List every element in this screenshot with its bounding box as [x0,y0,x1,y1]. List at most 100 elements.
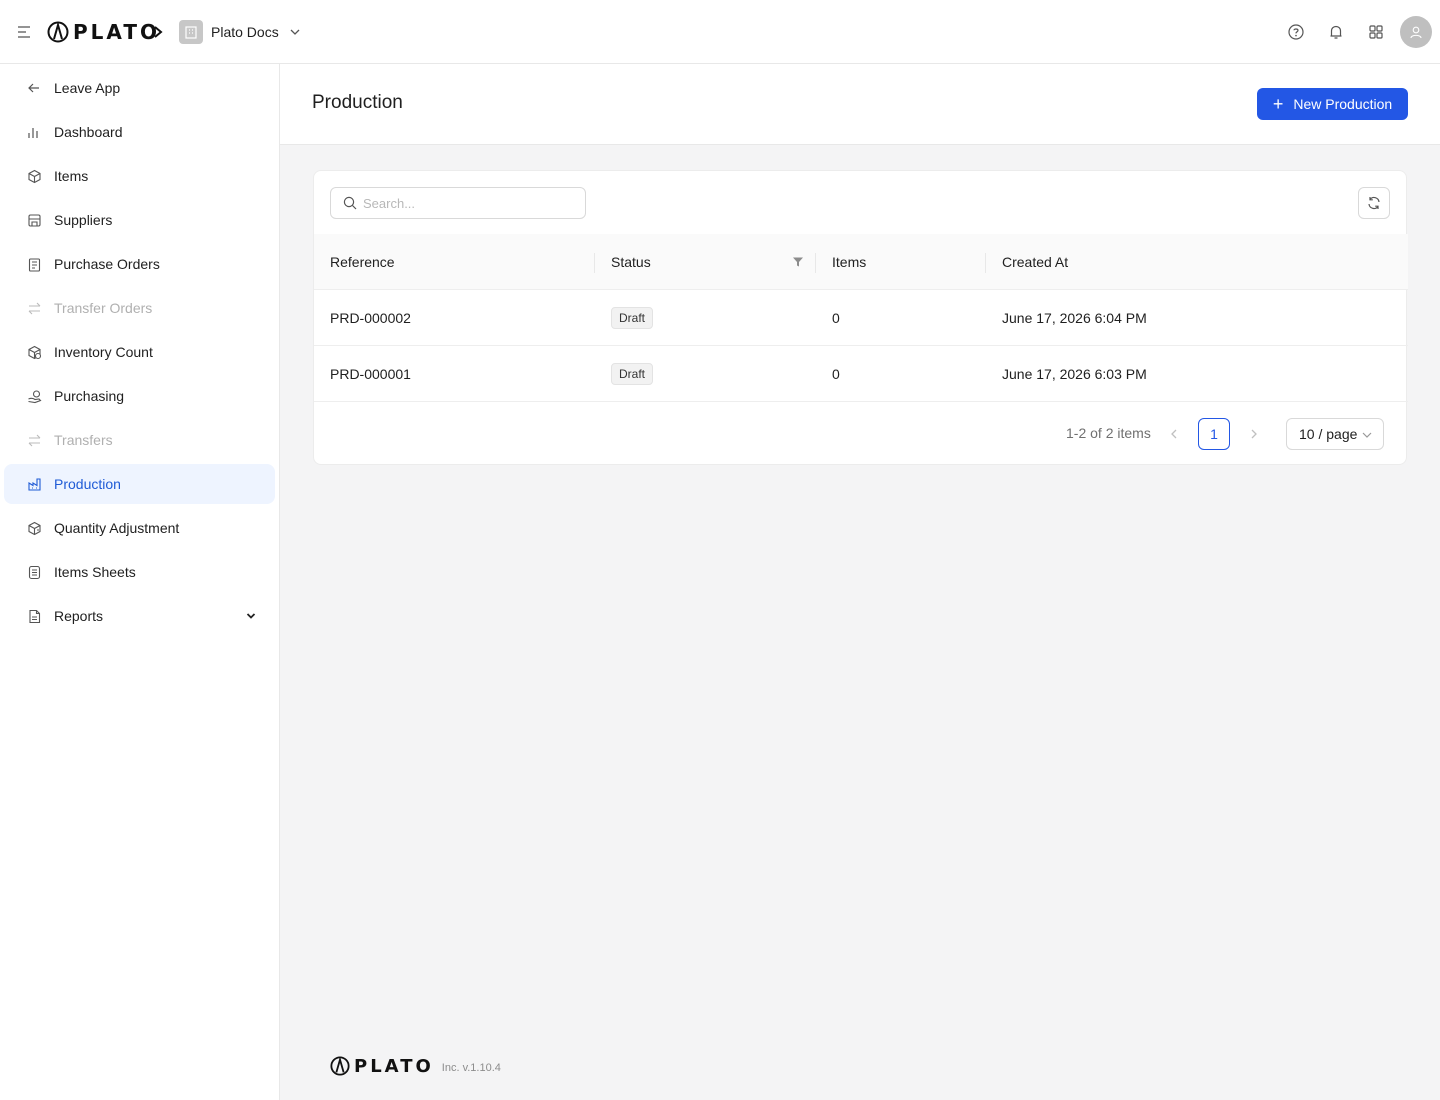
sidebar-item-label: Leave App [54,80,121,96]
cell-created-at: June 17, 2026 6:03 PM [1002,365,1147,382]
production-table-card: Reference Status Items Created At PRD-00 [313,170,1408,465]
plato-logo-mark-icon [47,21,69,43]
sidebar: Leave App Dashboard Items Suppliers Purc… [0,64,280,1100]
top-bar: PLATO Plato Docs [0,0,1440,64]
apps-grid-icon[interactable] [1360,16,1392,48]
sidebar-item-purchase-orders[interactable]: Purchase Orders [4,244,275,284]
page-size-select[interactable]: 10 / page [1286,418,1384,450]
column-header-created-at[interactable]: Created At [986,234,1408,290]
sidebar-item-inventory-count[interactable]: Inventory Count [4,332,275,372]
sidebar-item-items-sheets[interactable]: Items Sheets [4,552,275,592]
chevron-right-icon[interactable] [1246,426,1262,442]
table-header: Reference Status Items Created At [314,234,1408,290]
pagination-total: 1-2 of 2 items [1066,425,1151,441]
sidebar-item-label: Dashboard [54,124,123,140]
cell-status: Draft [595,346,816,401]
status-badge: Draft [611,362,654,385]
new-production-label: New Production [1293,96,1393,112]
pagination: 1-2 of 2 items 1 10 / page [314,418,1408,450]
user-icon [1410,26,1422,39]
page-size-value: 10 / page [1299,426,1358,442]
search-field[interactable] [330,187,586,219]
cell-items: 0 [832,309,840,326]
breadcrumb-chevron-icon [151,24,165,40]
sidebar-item-label: Purchasing [54,388,125,404]
sidebar-item-leave-app[interactable]: Leave App [4,68,275,108]
chevron-down-icon [1362,432,1372,438]
chevron-down-icon[interactable] [245,610,257,622]
sidebar-item-label: Suppliers [54,212,113,228]
table-row[interactable]: PRD-000002 Draft 0 June 17, 2026 6:04 PM [314,290,1408,346]
version-text: Inc. v.1.10.4 [441,1062,501,1074]
transfer-icon [26,300,42,316]
page-header: Production + New Production [280,64,1440,145]
plus-icon: + [1272,94,1284,114]
workspace-name: Plato Docs [211,24,279,40]
sidebar-item-dashboard[interactable]: Dashboard [4,112,275,152]
sidebar-item-label: Production [54,476,121,492]
clipboard-icon [26,256,42,272]
sidebar-item-reports[interactable]: Reports [4,596,275,636]
sidebar-item-production[interactable]: Production [4,464,275,504]
sidebar-item-label: Transfer Orders [54,300,153,316]
workspace-selector[interactable]: Plato Docs [179,19,301,45]
column-label: Reference [330,254,395,270]
bell-icon[interactable] [1320,16,1352,48]
user-avatar[interactable] [1400,16,1432,48]
sheet-icon [26,564,42,580]
sidebar-item-label: Transfers [54,432,113,448]
column-label: Status [611,254,651,270]
plato-logo-mark-icon [330,1056,350,1076]
column-label: Created At [1002,254,1069,270]
sidebar-item-label: Inventory Count [54,344,153,360]
sidebar-item-suppliers[interactable]: Suppliers [4,200,275,240]
cell-items: 0 [832,365,840,382]
boxes-icon [26,344,42,360]
sidebar-item-transfers[interactable]: Transfers [4,420,275,460]
cell-reference: PRD-000001 [330,365,411,382]
box-adjust-icon [26,520,42,536]
refresh-button[interactable] [1358,187,1390,219]
arrow-left-icon [26,80,42,96]
pagination-page-1[interactable]: 1 [1198,418,1230,450]
sidebar-item-items[interactable]: Items [4,156,275,196]
chevron-down-icon [290,29,300,35]
building-icon [179,20,203,44]
transfer-icon [26,432,42,448]
sidebar-item-label: Purchase Orders [54,256,160,272]
production-table: Reference Status Items Created At PRD-00 [314,234,1408,402]
hand-coin-icon [26,388,42,404]
column-header-reference[interactable]: Reference [314,234,595,290]
sidebar-item-label: Items [54,168,89,184]
filter-icon[interactable] [792,256,804,268]
plato-logo[interactable]: PLATO [47,20,160,44]
cell-reference: PRD-000002 [330,309,411,326]
sidebar-item-purchasing[interactable]: Purchasing [4,376,275,416]
cell-created-at: June 17, 2026 6:04 PM [1002,309,1147,326]
sidebar-item-label: Quantity Adjustment [54,520,180,536]
column-label: Items [832,254,867,270]
refresh-icon [1368,196,1380,210]
search-input[interactable] [363,195,573,211]
new-production-button[interactable]: + New Production [1257,88,1408,120]
cell-status: Draft [595,290,816,345]
status-badge: Draft [611,306,654,329]
bar-chart-icon [26,124,42,140]
sidebar-item-label: Items Sheets [54,564,136,580]
top-actions [1272,16,1432,48]
report-icon [26,608,42,624]
menu-collapse-icon[interactable] [15,23,33,41]
chevron-left-icon[interactable] [1166,426,1182,442]
logo-text: PLATO [73,20,160,44]
table-row[interactable]: PRD-000001 Draft 0 June 17, 2026 6:03 PM [314,346,1408,402]
page-title: Production [312,92,403,113]
column-header-items[interactable]: Items [816,234,986,290]
column-header-status[interactable]: Status [595,234,816,290]
footer-logo-text: PLATO [354,1055,434,1077]
help-icon[interactable] [1280,16,1312,48]
box-icon [26,168,42,184]
sidebar-item-label: Reports [54,608,104,624]
main-content: Production + New Production Reference St… [280,64,1440,1100]
sidebar-item-quantity-adjustment[interactable]: Quantity Adjustment [4,508,275,548]
sidebar-item-transfer-orders[interactable]: Transfer Orders [4,288,275,328]
